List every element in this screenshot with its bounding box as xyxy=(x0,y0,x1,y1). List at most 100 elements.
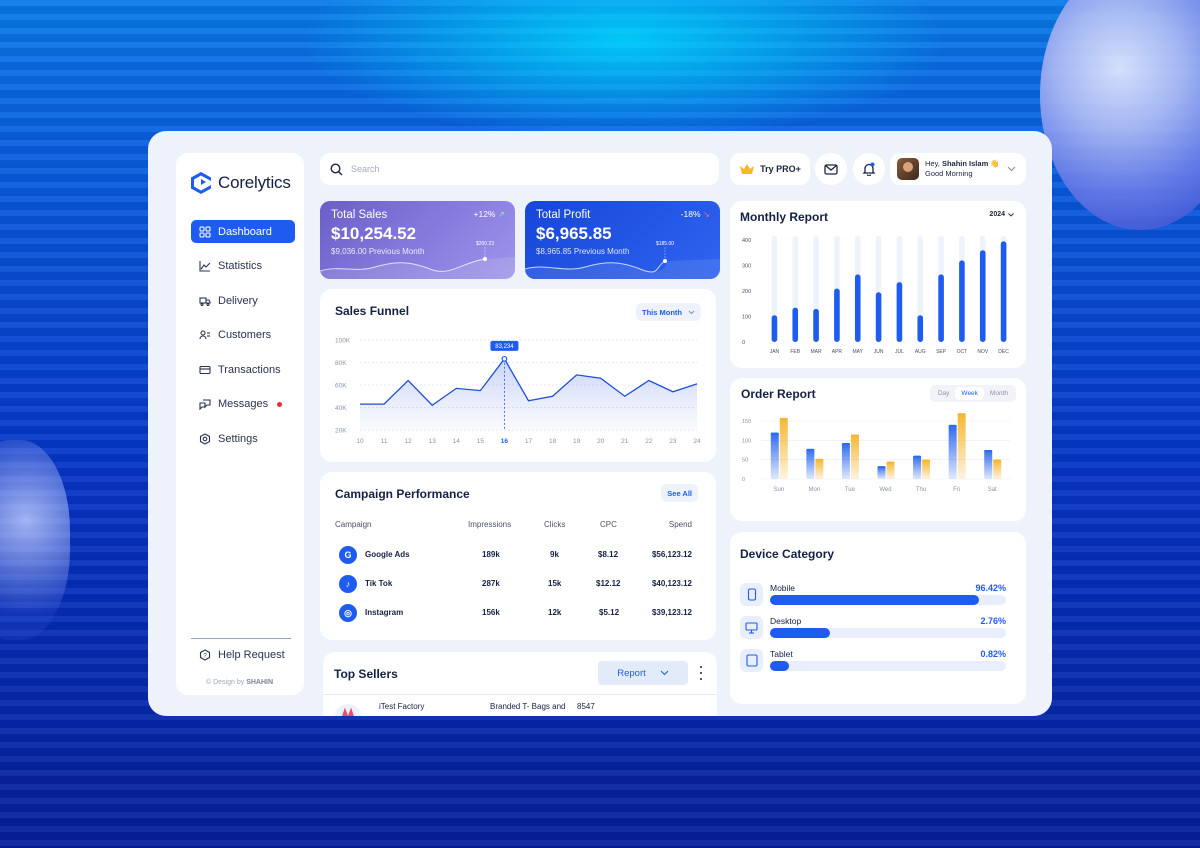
sidebar-item-label: Messages xyxy=(218,398,269,410)
y-tick-label: 20K xyxy=(335,428,347,435)
spend: $40,123.12 xyxy=(651,579,692,588)
card-title: Campaign Performance xyxy=(335,487,470,501)
bar xyxy=(959,260,965,342)
desktop-icon xyxy=(740,616,763,639)
decorative-orb xyxy=(1040,0,1200,230)
sidebar-item-customers[interactable]: Customers xyxy=(191,324,295,347)
bar-cap xyxy=(886,461,895,464)
x-tick-label: 21 xyxy=(621,438,629,445)
x-tick-label: Wed xyxy=(879,487,891,493)
google-icon: G xyxy=(339,546,357,564)
device-value: 96.42% xyxy=(975,583,1006,593)
bar xyxy=(875,292,882,342)
notification-button[interactable] xyxy=(853,153,885,185)
sidebar-item-dashboard[interactable]: Dashboard xyxy=(191,220,295,243)
sidebar-item-label: Statistics xyxy=(218,260,263,272)
divider xyxy=(323,694,717,695)
profit-tag: $185.00 xyxy=(656,241,674,247)
x-tick-label: 22 xyxy=(645,438,653,445)
campaign-performance-card: Campaign Performance See All Campaign Im… xyxy=(320,472,716,640)
design-credit: © Design by SHAHIN xyxy=(206,679,274,686)
bar xyxy=(850,434,859,479)
x-tick-label: 18 xyxy=(549,438,557,445)
profit-sparkline: $185.00 xyxy=(525,241,720,279)
decorative-blob xyxy=(0,440,70,640)
table-row[interactable]: G Google Ads 189k 9k $8.12 $56,123.12 xyxy=(335,545,692,565)
tooltip-value: 83,234 xyxy=(495,344,514,350)
progress-track xyxy=(770,661,1006,671)
bar-cap xyxy=(806,448,815,451)
chevron-down-icon xyxy=(660,670,669,676)
bar xyxy=(770,432,779,479)
bar xyxy=(922,459,931,479)
x-tick-label: APR xyxy=(832,349,843,355)
sidebar-item-label: Dashboard xyxy=(218,225,272,238)
device-label: Tablet xyxy=(770,649,793,659)
table-row[interactable]: iTest Factory Branded T- Bags and 8547 xyxy=(323,700,717,716)
x-tick-label: 23 xyxy=(669,438,677,445)
crown-icon xyxy=(740,164,755,174)
brand-logo[interactable]: Corelytics xyxy=(189,171,291,195)
device-category-card: Device Category Mobile 96.42% Desktop 2.… xyxy=(730,532,1026,704)
sidebar-item-delivery[interactable]: Delivery xyxy=(191,289,295,312)
sidebar-item-label: Settings xyxy=(218,432,258,445)
x-tick-label: DEC xyxy=(998,349,1009,355)
unread-dot xyxy=(277,401,283,407)
report-dropdown[interactable]: Report xyxy=(598,661,688,685)
x-tick-label: 11 xyxy=(381,438,388,445)
search-input[interactable]: Search xyxy=(351,164,380,174)
progress-fill xyxy=(770,595,979,605)
total-profit-card[interactable]: Total Profit -18% ↘ $6,965.85 $8,965.85 … xyxy=(525,201,720,279)
table-row[interactable]: ◎ Instagram 156k 12k $5.12 $39,123.12 xyxy=(335,603,692,623)
card-title: Top Sellers xyxy=(334,667,398,681)
sidebar-item-settings[interactable]: Settings xyxy=(191,427,295,450)
sidebar-item-messages[interactable]: Messages xyxy=(191,393,295,416)
help-request-button[interactable]: ? Help Request xyxy=(191,638,291,661)
user-profile-menu[interactable]: Hey, Shahin Islam 👋 Good Morning xyxy=(890,153,1026,185)
total-sales-card[interactable]: Total Sales +12% ↗ $10,254.52 $9,036.00 … xyxy=(320,201,515,279)
background-glow xyxy=(300,0,950,140)
chevron-down-icon xyxy=(1007,166,1016,172)
x-tick-label: 17 xyxy=(525,438,533,445)
try-pro-button[interactable]: Try PRO+ xyxy=(730,153,810,185)
campaign-name: Tik Tok xyxy=(365,579,393,588)
campaign-name: Instagram xyxy=(365,608,404,617)
mail-button[interactable] xyxy=(815,153,847,185)
help-icon: ? xyxy=(199,649,211,661)
cpc: $5.12 xyxy=(599,608,620,617)
y-tick-label: 100K xyxy=(335,338,351,345)
bar xyxy=(993,459,1002,479)
try-pro-label: Try PRO+ xyxy=(760,164,801,174)
seller-product: Branded T- Bags and xyxy=(490,702,566,711)
x-tick-label: OCT xyxy=(957,349,968,355)
truck-icon xyxy=(199,296,211,306)
x-tick-label: FEB xyxy=(790,349,800,355)
progress-track xyxy=(770,628,1006,638)
chart-icon xyxy=(199,261,211,272)
search-bar[interactable]: Search xyxy=(320,153,719,185)
see-all-button[interactable]: See All xyxy=(661,484,698,502)
y-tick-label: 100 xyxy=(742,315,751,321)
svg-text:?: ? xyxy=(203,653,207,659)
x-tick-label: Fri xyxy=(953,487,960,493)
x-tick-label: JAN xyxy=(770,349,780,355)
table-row[interactable]: ♪ Tik Tok 287k 15k $12.12 $40,123.12 xyxy=(335,574,692,594)
bar-cap xyxy=(922,459,931,462)
more-options-icon[interactable] xyxy=(699,666,703,680)
avatar xyxy=(897,158,919,180)
sales-funnel-card: Sales Funnel This Month 100K 80K 60K 40K 20K… xyxy=(320,289,716,462)
sidebar-item-statistics[interactable]: Statistics xyxy=(191,255,295,278)
seller-name: iTest Factory xyxy=(379,702,425,711)
sidebar-item-transactions[interactable]: Transactions xyxy=(191,358,295,381)
mobile-icon xyxy=(740,583,763,606)
clicks: 15k xyxy=(548,579,562,588)
device-label: Mobile xyxy=(770,583,796,593)
bar xyxy=(917,315,924,342)
y-tick-label: 300 xyxy=(742,264,751,270)
grid-icon xyxy=(199,225,211,238)
seller-logo xyxy=(335,704,361,716)
device-row-mobile: Mobile 96.42% xyxy=(740,583,1006,607)
bar xyxy=(806,448,815,479)
bar xyxy=(896,282,903,342)
mail-icon xyxy=(824,163,838,175)
